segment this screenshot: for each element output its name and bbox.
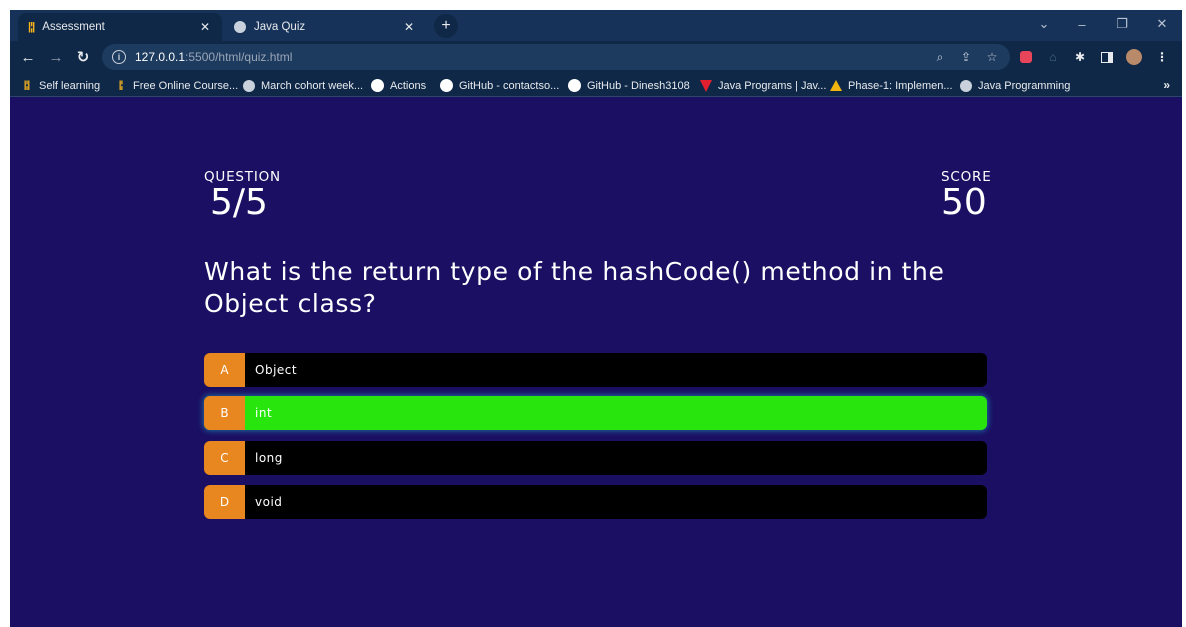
share-icon[interactable]: ⇪ xyxy=(958,49,974,65)
choice-text: void xyxy=(255,495,283,509)
assessment-favicon: |¦| xyxy=(28,21,35,33)
choice-text: int xyxy=(255,406,273,420)
bookmark-item[interactable]: Actions xyxy=(371,77,426,94)
choice-option-d[interactable]: D void xyxy=(204,485,987,519)
red-v-icon xyxy=(699,79,712,92)
assessment-favicon: |¦| xyxy=(23,80,30,91)
browser-toolbar: ← → ↻ i 127.0.0.1:5500/html/quiz.html ⌕ … xyxy=(10,41,1182,74)
bookmark-label: Self learning xyxy=(39,79,101,92)
google-drive-icon xyxy=(829,79,842,92)
assessment-favicon: |¦ xyxy=(118,80,124,91)
question-text: What is the return type of the hashCode(… xyxy=(204,257,945,318)
close-icon[interactable]: ✕ xyxy=(402,20,416,34)
tab-strip: |¦| Assessment ✕ Java Quiz ✕ + ⌄ – ❐ ✕ xyxy=(10,10,1182,41)
bookmark-label: Java Programming xyxy=(978,79,1071,92)
bookmark-label: Java Programs | Jav... xyxy=(718,79,827,92)
tab-title: Assessment xyxy=(42,21,105,33)
minimize-button[interactable]: – xyxy=(1062,10,1102,38)
extension-shield-icon[interactable] xyxy=(1018,49,1034,65)
bookmark-label: Phase-1: Implemen... xyxy=(848,79,953,92)
side-panel-icon[interactable] xyxy=(1099,49,1115,65)
bookmark-item[interactable]: |¦ Free Online Course... xyxy=(114,77,238,94)
bookmark-item[interactable]: Java Programs | Jav... xyxy=(699,77,826,94)
bookmark-item[interactable]: March cohort week... xyxy=(242,77,363,94)
url-path: :5500/html/quiz.html xyxy=(185,50,293,64)
close-window-button[interactable]: ✕ xyxy=(1142,10,1182,38)
quiz-page: QUESTION 5/5 SCORE 50 What is the return… xyxy=(10,98,1182,627)
address-bar[interactable]: i 127.0.0.1:5500/html/quiz.html ⌕ ⇪ ☆ xyxy=(102,44,1010,70)
choice-prefix: B xyxy=(204,396,245,430)
globe-icon xyxy=(234,21,246,33)
score-value: 50 xyxy=(941,182,987,223)
github-icon xyxy=(440,79,453,92)
choice-prefix: A xyxy=(204,353,245,387)
tab-title: Java Quiz xyxy=(254,21,306,33)
choice-option-a[interactable]: A Object xyxy=(204,353,987,387)
github-icon xyxy=(568,79,581,92)
choice-prefix: D xyxy=(204,485,245,519)
url-host: 127.0.0.1 xyxy=(135,50,186,64)
bookmark-item[interactable]: Java Programming xyxy=(959,77,1070,94)
browser-window: |¦| Assessment ✕ Java Quiz ✕ + ⌄ – ❐ ✕ ←… xyxy=(10,10,1182,627)
bookmark-label: Free Online Course... xyxy=(133,79,239,92)
new-tab-button[interactable]: + xyxy=(434,14,458,38)
choice-text: long xyxy=(255,451,283,465)
avatar[interactable] xyxy=(1126,49,1142,65)
choice-option-b[interactable]: B int xyxy=(204,396,987,430)
bookmark-item[interactable]: |¦| Self learning xyxy=(20,77,100,94)
bookmarks-overflow-button[interactable]: » xyxy=(1163,78,1170,92)
bookmark-item[interactable]: GitHub - contactso... xyxy=(440,77,559,94)
bookmark-label: March cohort week... xyxy=(261,79,364,92)
forward-arrow-icon[interactable]: → xyxy=(45,46,67,68)
globe-icon xyxy=(242,79,255,92)
tab-search-icon[interactable]: ⌄ xyxy=(1024,10,1064,38)
globe-icon xyxy=(959,79,972,92)
bookmark-item[interactable]: GitHub - Dinesh3108 xyxy=(568,77,690,94)
choice-text: Object xyxy=(255,363,298,377)
bookmarks-bar: |¦| Self learning |¦ Free Online Course.… xyxy=(10,74,1182,97)
bookmark-star-icon[interactable]: ☆ xyxy=(984,49,1000,65)
close-icon[interactable]: ✕ xyxy=(198,20,212,34)
extension-cart-icon[interactable]: ⌂ xyxy=(1045,49,1061,65)
reload-icon[interactable]: ↻ xyxy=(72,46,94,68)
zoom-icon[interactable]: ⌕ xyxy=(932,49,948,65)
tab-java-quiz[interactable]: Java Quiz ✕ xyxy=(224,13,426,41)
bookmark-item[interactable]: Phase-1: Implemen... xyxy=(829,77,953,94)
bookmark-label: Actions xyxy=(390,79,427,92)
info-icon[interactable]: i xyxy=(112,50,126,64)
choice-prefix: C xyxy=(204,441,245,475)
github-icon xyxy=(371,79,384,92)
tab-assessment[interactable]: |¦| Assessment ✕ xyxy=(18,13,222,41)
menu-dots-icon[interactable]: ⋮ xyxy=(1154,49,1170,65)
bookmark-label: GitHub - contactso... xyxy=(459,79,560,92)
back-arrow-icon[interactable]: ← xyxy=(17,46,39,68)
question-progress: 5/5 xyxy=(210,182,268,223)
bookmark-label: GitHub - Dinesh3108 xyxy=(587,79,690,92)
choice-option-c[interactable]: C long xyxy=(204,441,987,475)
restore-button[interactable]: ❐ xyxy=(1102,10,1142,38)
extensions-puzzle-icon[interactable]: ✱ xyxy=(1072,49,1088,65)
